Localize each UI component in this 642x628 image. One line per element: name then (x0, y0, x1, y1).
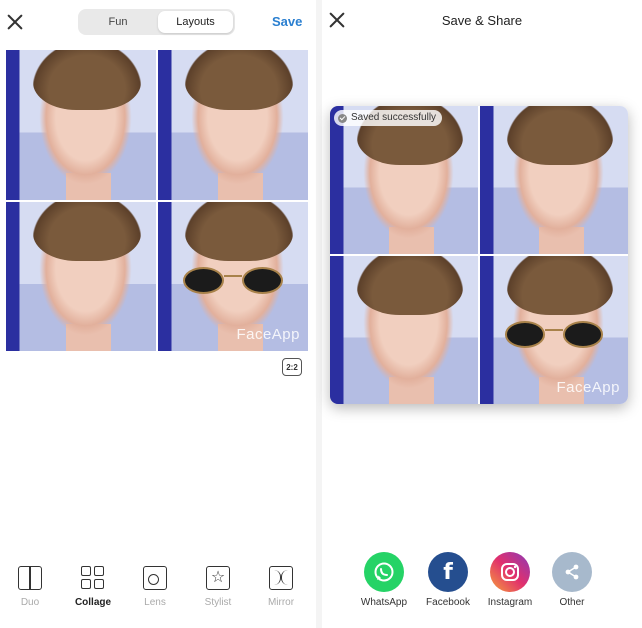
close-icon[interactable] (6, 13, 24, 31)
facebook-icon: f (428, 552, 468, 592)
collage-photo-glasses: FaceApp (480, 256, 628, 404)
tool-label: Lens (144, 597, 166, 608)
tool-label: Duo (20, 597, 40, 608)
layouts-editor-screen: Fun Layouts Save FaceApp 2:2 Duo Collage… (0, 0, 316, 628)
share-label: WhatsApp (360, 597, 408, 608)
share-other[interactable]: Other (542, 552, 602, 608)
collage-photo-old (480, 106, 628, 254)
instagram-icon (490, 552, 530, 592)
check-icon (338, 113, 347, 123)
save-share-screen: Save & Share Saved successfully FaceApp (322, 0, 642, 628)
tab-layouts[interactable]: Layouts (158, 11, 233, 33)
tool-collage[interactable]: Collage (68, 566, 118, 608)
star-icon (206, 566, 230, 590)
share-label: Facebook (426, 597, 470, 608)
share-label: Other (559, 597, 585, 608)
tool-duo[interactable]: Duo (5, 566, 55, 608)
duo-icon (18, 566, 42, 590)
share-whatsapp[interactable]: WhatsApp (354, 552, 414, 608)
aspect-ratio-button[interactable]: 2:2 (282, 358, 302, 376)
collage-photo-smile (330, 256, 478, 404)
collage-photo-original (6, 50, 156, 200)
collage-photo-original (330, 106, 478, 254)
collage-preview: FaceApp (330, 106, 628, 404)
tool-stylist[interactable]: Stylist (193, 566, 243, 608)
sunglasses-overlay (179, 267, 287, 295)
saved-collage-card: Saved successfully FaceApp (330, 106, 628, 404)
tool-label: Mirror (267, 597, 295, 608)
sunglasses-overlay (501, 321, 608, 348)
collage-icon (81, 566, 105, 590)
share-instagram[interactable]: Instagram (480, 552, 540, 608)
tab-fun[interactable]: Fun (80, 11, 156, 33)
faceapp-watermark: FaceApp (236, 326, 300, 343)
share-facebook[interactable]: f Facebook (418, 552, 478, 608)
tool-label: Stylist (204, 597, 232, 608)
share-label: Instagram (487, 597, 533, 608)
save-button[interactable]: Save (272, 14, 302, 29)
mode-segmented-control: Fun Layouts (78, 9, 235, 35)
collage-preview: FaceApp (6, 50, 308, 351)
tool-mirror[interactable]: Mirror (256, 566, 306, 608)
collage-photo-glasses: FaceApp (158, 201, 308, 351)
layout-tool-bar: Duo Collage Lens Stylist Mirror (0, 566, 316, 616)
lens-icon (143, 566, 167, 590)
collage-photo-old (158, 50, 308, 200)
tool-lens[interactable]: Lens (130, 566, 180, 608)
tool-label: Collage (74, 597, 112, 608)
saved-text: Saved successfully (351, 112, 437, 123)
saved-toast: Saved successfully (334, 110, 443, 126)
whatsapp-icon (364, 552, 404, 592)
mirror-icon (269, 566, 293, 590)
share-icon (552, 552, 592, 592)
collage-photo-smile (6, 201, 156, 351)
page-title: Save & Share (441, 13, 523, 28)
faceapp-watermark: FaceApp (556, 379, 620, 396)
